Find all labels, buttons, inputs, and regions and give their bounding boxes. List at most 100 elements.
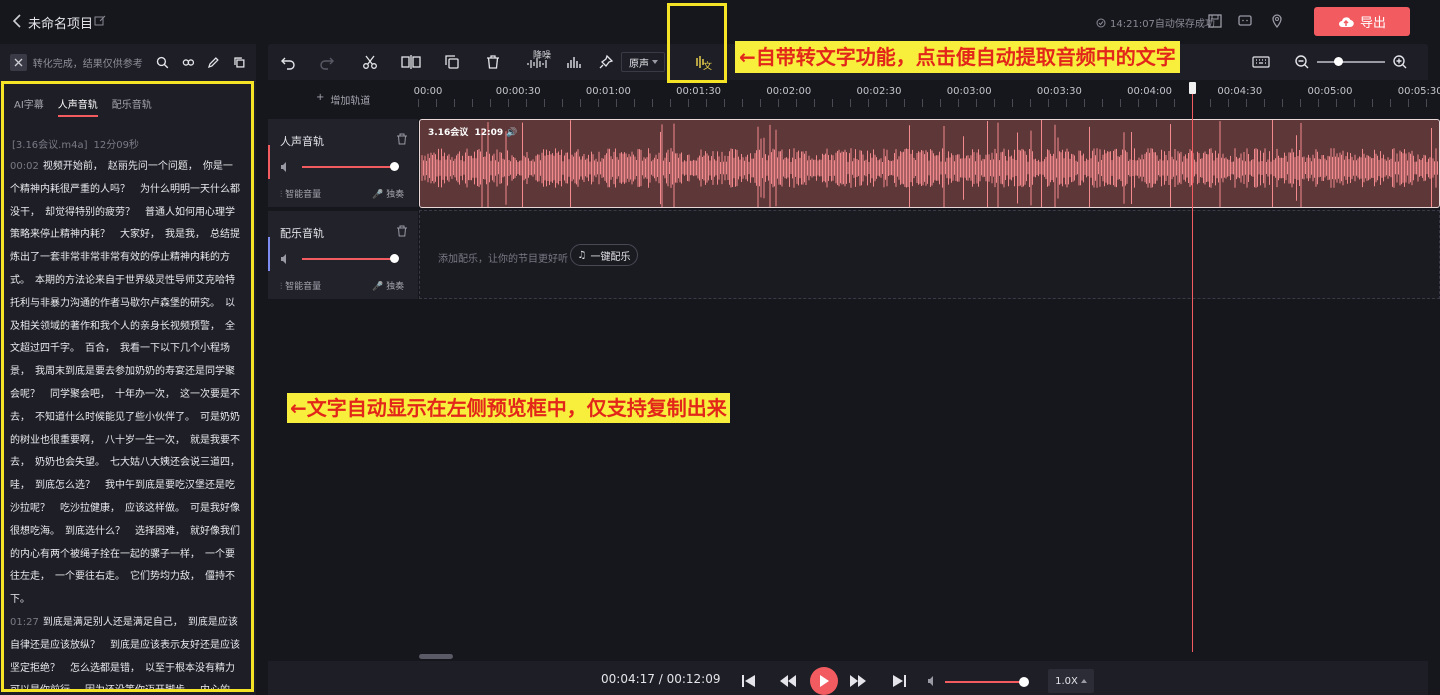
volume-icon[interactable] (280, 253, 292, 265)
track-accent (268, 145, 270, 179)
waveform (421, 120, 1438, 207)
ruler-tick-label: 00:00:30 (495, 86, 541, 97)
zoom-out-icon[interactable] (1294, 54, 1310, 70)
ruler-tick-label: 00:03:00 (946, 86, 992, 97)
one-key-music-button[interactable]: ♫ 一键配乐 (570, 244, 638, 266)
waveform-path (421, 120, 1438, 207)
file-name: [3.16会议.m4a] (12, 140, 88, 151)
master-volume-handle[interactable] (1019, 677, 1029, 687)
skip-start-icon[interactable] (740, 673, 758, 689)
transcript-timestamp: 01:27 (10, 616, 39, 628)
zoom-slider-track[interactable] (1317, 61, 1385, 63)
track-name: 配乐音轨 (280, 227, 324, 240)
volume-handle[interactable] (390, 162, 399, 171)
eye-icon[interactable] (182, 56, 195, 69)
transcript-paragraph: 01:27 到底是满足别人还是满足自己， 到底是应该自律还是应该放纵？ 到底是应该… (10, 616, 240, 690)
ruler-tick-label: 00:01:30 (676, 86, 722, 97)
track-name: 人声音轨 (280, 135, 324, 148)
trash-icon[interactable] (396, 133, 408, 145)
annotation-top: ←自带转文字功能，点击便自动提取音频中的文字 (735, 41, 1180, 73)
conversion-note: 转化完成，结果仅供参考 (32, 59, 143, 70)
track-accent (268, 237, 270, 271)
volume-icon[interactable] (280, 161, 292, 173)
transcript-paragraph: 00:02 视频开始前， 赵丽先问一个问题， 你是一个精神内耗很严重的人吗？ 为什… (10, 161, 242, 606)
smart-volume-button[interactable]: ⫶ 智能音量 (280, 187, 321, 200)
playback-bar (268, 661, 1428, 695)
pin-icon[interactable] (598, 54, 614, 70)
audio-bars-icon[interactable] (566, 54, 582, 70)
ruler-tick-label: 00:01:00 (585, 86, 631, 97)
plus-icon: + (316, 92, 325, 103)
upload-cloud-icon (1338, 16, 1354, 27)
ruler-tick-label: 00:02:30 (856, 86, 902, 97)
undo-icon[interactable] (280, 54, 296, 70)
ruler-tick-label: 00:04:30 (1217, 86, 1263, 97)
trash-icon[interactable] (485, 54, 501, 70)
panel-tabs: AI字幕 人声音轨 配乐音轨 (14, 96, 152, 117)
rewind-icon[interactable] (779, 673, 797, 689)
original-sound-select[interactable]: 原声 (621, 52, 665, 72)
add-track-button[interactable]: + 增加轨道 (316, 92, 370, 107)
file-info: [3.16会议.m4a] 12分09秒 (12, 136, 139, 151)
chevron-left-icon[interactable] (10, 12, 24, 30)
audio-clip[interactable]: 3.16会议 12:09 🔊 (419, 119, 1440, 208)
pencil-icon[interactable] (207, 56, 220, 69)
tab-music-track[interactable]: 配乐音轨 (112, 96, 152, 111)
master-volume-slider[interactable] (945, 681, 1023, 683)
duplicate-icon[interactable] (444, 54, 460, 70)
split-icon[interactable] (401, 54, 421, 70)
volume-slider[interactable] (302, 258, 394, 260)
solo-button[interactable]: 🎤 独奏 (372, 279, 404, 292)
tab-ai-subtitle[interactable]: AI字幕 (14, 96, 44, 111)
left-toolbar: 转化完成，结果仅供参考 (0, 44, 256, 82)
playhead[interactable] (1192, 82, 1193, 652)
zoom-in-icon[interactable] (1392, 54, 1408, 70)
denoise-icon[interactable] (527, 57, 549, 69)
ruler-ticks (418, 99, 1440, 107)
file-duration: 12分09秒 (93, 140, 139, 151)
volume-icon[interactable] (927, 675, 939, 687)
project-title: 未命名项目 (28, 17, 94, 32)
music-note-icon: ♫ (577, 249, 587, 261)
volume-slider[interactable] (302, 166, 394, 168)
copy-icon[interactable] (233, 56, 246, 69)
scissors-icon[interactable] (362, 54, 378, 70)
skip-end-icon[interactable] (890, 673, 908, 689)
export-button[interactable]: 导出 (1314, 7, 1410, 36)
keyboard-icon[interactable] (1252, 55, 1270, 69)
left-transcript-panel: 转化完成，结果仅供参考 AI字幕 人声音轨 配乐音轨 [3.16会议.m4a] 1… (0, 44, 256, 695)
speed-select[interactable]: 1.0X (1048, 669, 1094, 693)
feedback-icon[interactable] (1237, 13, 1253, 29)
annotation-mid: ←文字自动显示在左侧预览框中，仅支持复制出来 (287, 393, 730, 423)
location-icon[interactable] (1269, 13, 1285, 29)
caret-down-icon (652, 60, 658, 64)
play-button[interactable] (810, 667, 838, 695)
timeline-ruler[interactable]: 00:00 00:00:30 00:01:00 00:01:30 00:02:00 00:… (414, 82, 1440, 110)
trash-icon[interactable] (396, 225, 408, 237)
search-icon[interactable] (156, 56, 169, 69)
ruler-tick-label: 00:05:30 (1397, 86, 1440, 97)
edit-icon[interactable] (94, 15, 106, 27)
save-icon[interactable] (1207, 13, 1223, 29)
zoom-slider-handle[interactable] (1334, 57, 1343, 66)
smart-volume-button[interactable]: ⫶ 智能音量 (280, 279, 321, 292)
redo-icon[interactable] (319, 54, 335, 70)
music-track-header: 配乐音轨 ⫶ 智能音量 🎤 独奏 (268, 211, 418, 299)
horizontal-scrollbar[interactable] (419, 654, 453, 659)
music-hint: 添加配乐，让你的节目更好听 (438, 254, 568, 265)
volume-handle[interactable] (390, 254, 399, 263)
ruler-tick-label: 00:00 (413, 86, 443, 97)
voice-track-header: 人声音轨 ⫶ 智能音量 🎤 独奏 (268, 119, 418, 207)
close-icon[interactable] (10, 54, 27, 71)
ruler-tick-label: 00:03:30 (1036, 86, 1082, 97)
tab-voice-track[interactable]: 人声音轨 (57, 96, 98, 117)
autosave-status: 14:21:07自动保存成功 (1096, 15, 1215, 30)
transcript-text[interactable]: 00:02 视频开始前， 赵丽先问一个问题， 你是一个精神内耗很严重的人吗？ 为什… (10, 156, 242, 690)
transcript-timestamp: 00:02 (10, 161, 39, 172)
ruler-tick-label: 00:04:00 (1127, 86, 1173, 97)
speaker-icon: 🔊 (506, 128, 518, 138)
ruler-tick-label: 00:02:00 (766, 86, 812, 97)
solo-button[interactable]: 🎤 独奏 (372, 187, 404, 200)
playhead-handle[interactable] (1189, 82, 1196, 94)
fast-forward-icon[interactable] (849, 673, 867, 689)
